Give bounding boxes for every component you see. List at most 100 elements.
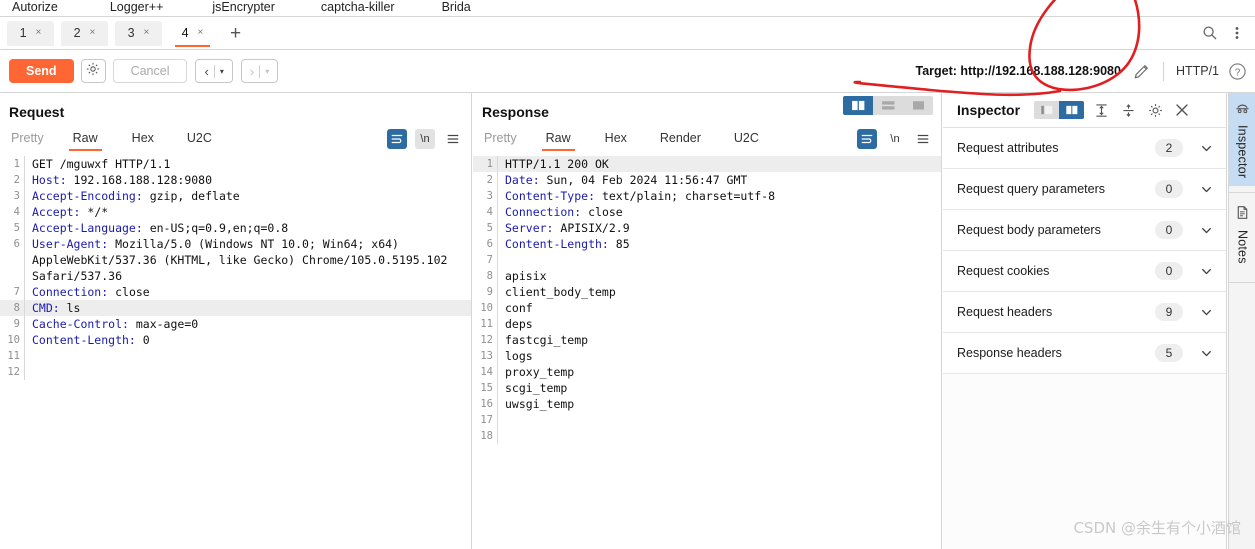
header-name: CMD:	[32, 301, 60, 315]
line-number: 11	[0, 348, 25, 364]
response-editor[interactable]: 1 HTTP/1.1 200 OK 2 Date: Sun, 04 Feb 2024 …	[473, 156, 941, 549]
extension-tab-captcha-killer[interactable]: captcha-killer	[321, 0, 395, 16]
response-tab-render[interactable]: Render	[660, 128, 701, 151]
code-text: Safari/537.36	[32, 269, 123, 283]
split-vertical-layout-button[interactable]	[843, 96, 873, 115]
http-version-label[interactable]: HTTP/1	[1176, 64, 1219, 78]
repeater-tab-1[interactable]: 1 ×	[7, 20, 54, 46]
code-text: Content-Type: text/plain; charset=utf-8	[505, 189, 776, 203]
split-horizontal-layout-button[interactable]	[873, 96, 903, 115]
line-number: 4	[0, 204, 25, 220]
inspector-section-row[interactable]: Request query parameters 0	[943, 169, 1226, 210]
extension-tab-jsencrypter[interactable]: jsEncrypter	[212, 0, 275, 16]
divider	[1162, 61, 1164, 81]
request-tab-raw[interactable]: Raw	[68, 128, 102, 151]
code-line: 15 scgi_temp	[473, 380, 941, 396]
line-number: 17	[473, 412, 498, 428]
close-icon[interactable]: ×	[198, 28, 204, 38]
code-text: client_body_temp	[505, 285, 616, 299]
more-vertical-icon[interactable]	[1227, 23, 1247, 43]
hamburger-menu-icon[interactable]	[443, 129, 463, 149]
chevron-down-icon[interactable]: ▾	[260, 67, 274, 76]
chevron-down-icon[interactable]: ▾	[215, 67, 229, 76]
code-text: CMD: ls	[32, 301, 81, 315]
code-line: 1 HTTP/1.1 200 OK	[473, 156, 941, 172]
code-text: Cache-Control: max-age=0	[32, 317, 199, 331]
repeater-tab-3[interactable]: 3 ×	[115, 20, 162, 46]
send-button[interactable]: Send	[9, 59, 74, 83]
response-tab-hex[interactable]: Hex	[605, 128, 627, 151]
chevron-down-icon[interactable]	[1199, 182, 1214, 197]
request-editor[interactable]: 1 GET /mguwxf HTTP/1.1 2 Host: 192.168.188.…	[0, 156, 471, 549]
expand-all-icon[interactable]	[1091, 100, 1111, 120]
single-pane-layout-button[interactable]	[903, 96, 933, 115]
code-text: Server: APISIX/2.9	[505, 221, 630, 235]
response-tab-raw[interactable]: Raw	[541, 128, 575, 151]
inspector-section-label: Request headers	[957, 305, 1053, 319]
pencil-icon[interactable]	[1132, 62, 1151, 81]
collapse-all-icon[interactable]	[1118, 100, 1138, 120]
inspector-section-row[interactable]: Request attributes 2	[943, 128, 1226, 169]
inspector-section-row[interactable]: Response headers 5	[943, 333, 1226, 374]
divider	[1229, 281, 1255, 283]
code-line: 2 Host: 192.168.188.128:9080	[0, 172, 471, 188]
inspector-layout-left-button[interactable]	[1034, 101, 1060, 119]
chevron-down-icon[interactable]	[1199, 264, 1214, 279]
gear-icon[interactable]	[1145, 100, 1165, 120]
burp-repeater-window: Autorize Logger++ jsEncrypter captcha-ki…	[0, 0, 1255, 549]
response-tab-u2c[interactable]: U2C	[734, 128, 759, 151]
code-line: 10 Content-Length: 0	[0, 332, 471, 348]
inspector-tools	[1034, 100, 1192, 120]
extension-tab-autorize[interactable]: Autorize	[12, 0, 58, 16]
inspector-section-row[interactable]: Request headers 9	[943, 292, 1226, 333]
close-icon[interactable]: ×	[144, 28, 150, 38]
code-text: proxy_temp	[505, 365, 575, 379]
line-number: 16	[473, 396, 498, 412]
line-number: 12	[473, 332, 498, 348]
rail-tab-inspector[interactable]: Inspector	[1229, 93, 1255, 187]
new-tab-button[interactable]: +	[230, 24, 241, 43]
hamburger-menu-icon[interactable]	[913, 129, 933, 149]
inspector-section-row[interactable]: Request body parameters 0	[943, 210, 1226, 251]
word-wrap-icon[interactable]	[857, 129, 877, 149]
chevron-down-icon[interactable]	[1199, 141, 1214, 156]
help-icon[interactable]: ?	[1228, 62, 1247, 81]
rail-tab-notes[interactable]: Notes	[1229, 193, 1255, 272]
line-number: 15	[473, 380, 498, 396]
close-icon[interactable]	[1172, 100, 1192, 120]
rail-tab-inspector-label: Inspector	[1235, 125, 1250, 179]
response-tab-pretty[interactable]: Pretty	[484, 128, 517, 151]
code-line: Safari/537.36	[0, 268, 471, 284]
inspector-layout-right-button[interactable]	[1059, 101, 1085, 119]
go-back-button[interactable]: ‹ ▾	[195, 59, 233, 83]
word-wrap-icon[interactable]	[387, 129, 407, 149]
extension-tab-loggerpp[interactable]: Logger++	[110, 0, 164, 16]
toolbar-target-area: Target: http://192.168.188.128:9080 HTTP…	[916, 61, 1255, 81]
go-forward-button[interactable]: › ▾	[240, 59, 279, 83]
inspector-section-row[interactable]: Request cookies 0	[943, 251, 1226, 292]
extension-tab-brida[interactable]: Brida	[442, 0, 471, 16]
inspector-section-label: Response headers	[957, 346, 1062, 360]
cancel-button[interactable]: Cancel	[112, 59, 188, 83]
send-settings-button[interactable]	[80, 59, 106, 83]
request-tab-hex[interactable]: Hex	[132, 128, 154, 151]
header-name: Content-Type:	[505, 189, 596, 203]
chevron-down-icon[interactable]	[1199, 305, 1214, 320]
repeater-tab-2[interactable]: 2 ×	[61, 20, 108, 46]
code-line: 9 Cache-Control: max-age=0	[0, 316, 471, 332]
chevron-down-icon[interactable]	[1199, 223, 1214, 238]
search-icon[interactable]	[1200, 23, 1220, 43]
close-icon[interactable]: ×	[36, 28, 42, 38]
right-tab-rail: Inspector Notes	[1228, 93, 1255, 549]
main-panes: Request Pretty Raw Hex U2C \n 1 GET /mgu…	[0, 93, 1255, 549]
repeater-tab-4[interactable]: 4 ×	[169, 20, 216, 47]
close-icon[interactable]: ×	[90, 28, 96, 38]
code-line: 7	[473, 252, 941, 268]
newline-toggle-button[interactable]: \n	[885, 129, 905, 149]
newline-toggle-button[interactable]: \n	[415, 129, 435, 149]
response-layout-toggles	[843, 96, 933, 115]
chevron-down-icon[interactable]	[1199, 346, 1214, 361]
request-tab-pretty[interactable]: Pretty	[11, 128, 44, 151]
header-name: Accept:	[32, 205, 81, 219]
request-tab-u2c[interactable]: U2C	[187, 128, 212, 151]
